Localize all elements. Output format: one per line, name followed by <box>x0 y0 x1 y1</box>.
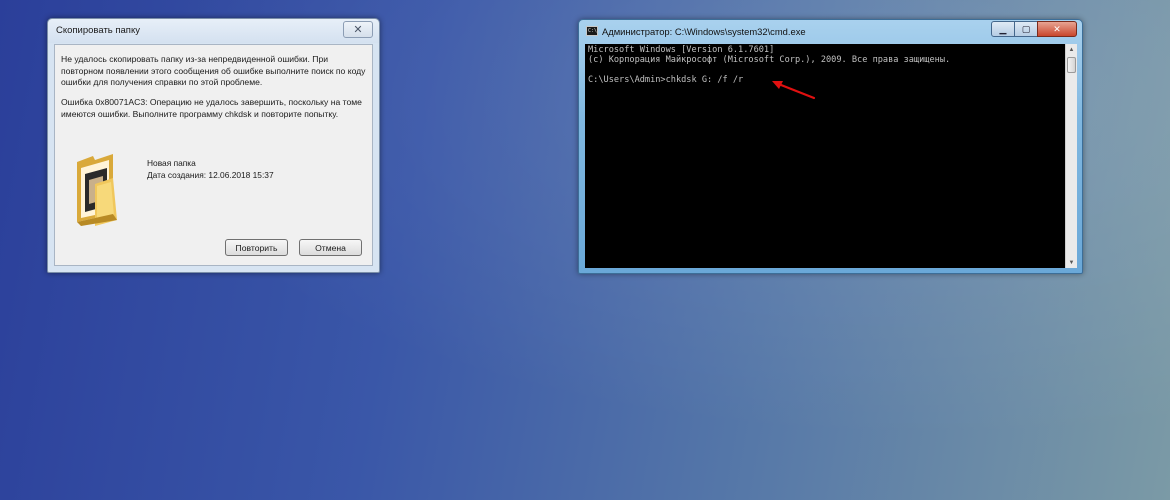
minimize-button[interactable]: ▁ <box>991 21 1015 37</box>
console-line: (c) Корпорация Майкрософт (Microsoft Cor… <box>588 55 951 65</box>
close-button[interactable]: ✕ <box>1037 21 1077 37</box>
console-output[interactable]: Microsoft Windows [Version 6.1.7601] (c)… <box>585 44 1065 268</box>
error-code-message: Ошибка 0x80071AC3: Операцию не удалось з… <box>61 97 362 119</box>
scroll-down-arrow-icon[interactable]: ▼ <box>1066 257 1077 268</box>
dialog-title: Скопировать папку <box>56 25 140 36</box>
scroll-up-arrow-icon[interactable]: ▲ <box>1066 44 1077 55</box>
cmd-window-title: Администратор: C:\Windows\system32\cmd.e… <box>602 26 806 37</box>
retry-button[interactable]: Повторить <box>225 239 288 256</box>
dialog-body: Не удалось скопировать папку из-за непре… <box>54 44 373 266</box>
annotation-arrow-icon <box>772 81 816 100</box>
maximize-icon: ▢ <box>1021 23 1031 34</box>
folder-name: Новая папка <box>147 158 196 168</box>
console-command-line: C:\Users\Admin>chkdsk G: /f /r <box>588 75 744 85</box>
copy-folder-dialog: Скопировать папку ✕ Не удалось скопирова… <box>47 18 380 273</box>
dialog-close-button[interactable]: ✕ <box>343 21 373 38</box>
cmd-window: C:\ Администратор: C:\Windows\system32\c… <box>578 19 1083 274</box>
scroll-thumb[interactable] <box>1067 57 1076 73</box>
close-icon: ✕ <box>1053 23 1061 34</box>
console-line: Microsoft Windows [Version 6.1.7601] <box>588 45 775 55</box>
maximize-button[interactable]: ▢ <box>1014 21 1038 37</box>
dialog-titlebar[interactable]: Скопировать папку ✕ <box>48 19 379 43</box>
folder-icon <box>77 154 117 226</box>
cancel-button[interactable]: Отмена <box>299 239 362 256</box>
window-controls: ▁ ▢ ✕ <box>991 21 1077 37</box>
console-scrollbar[interactable]: ▲ ▼ <box>1065 44 1077 268</box>
folder-creation-date: Дата создания: 12.06.2018 15:37 <box>147 170 274 180</box>
error-message: Не удалось скопировать папку из-за непре… <box>61 54 366 87</box>
cmd-app-icon: C:\ <box>586 26 598 36</box>
close-icon: ✕ <box>353 24 363 36</box>
minimize-icon: ▁ <box>999 23 1007 34</box>
